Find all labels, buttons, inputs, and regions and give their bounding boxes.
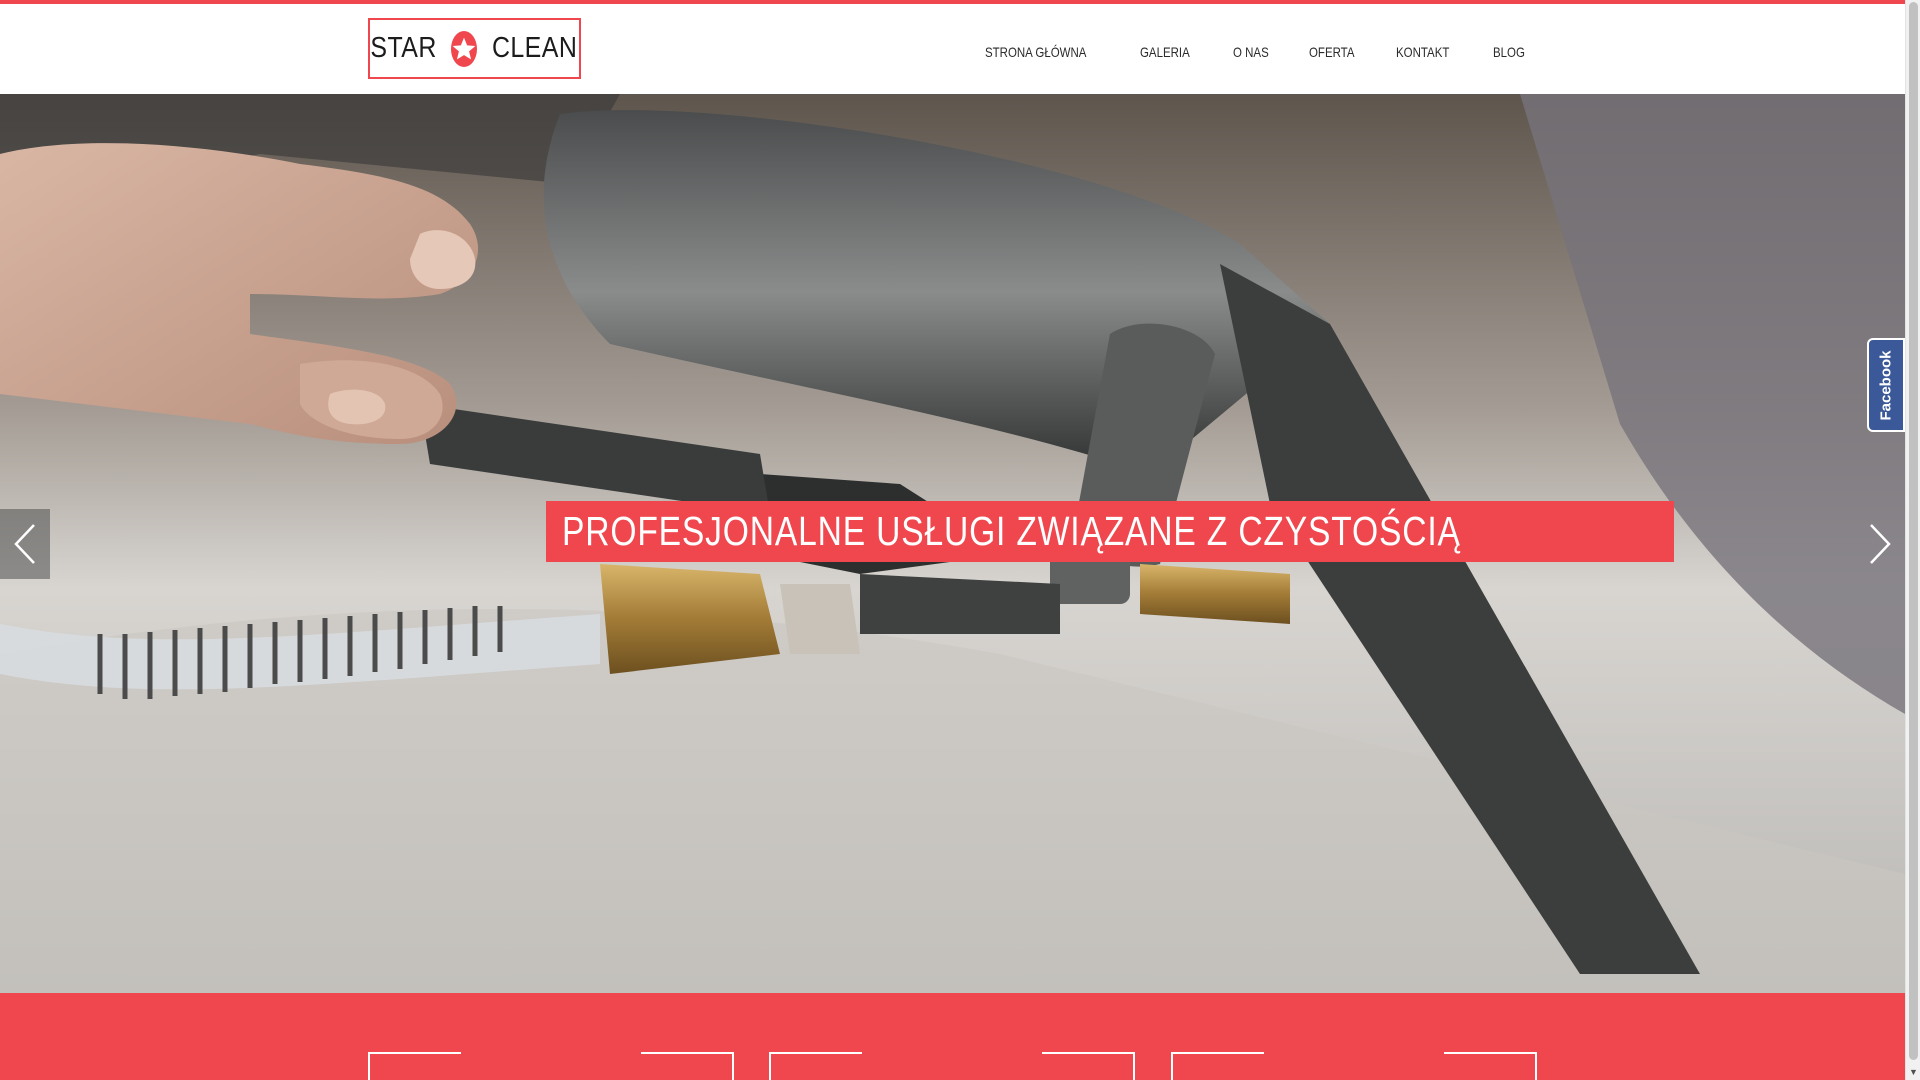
scroll-down-arrow-icon[interactable]: ▼: [1906, 1064, 1920, 1080]
slider-prev-button[interactable]: [0, 509, 50, 579]
nav-item-contact[interactable]: KONTAKT: [1396, 30, 1449, 74]
feature-box-corner: [641, 1052, 734, 1080]
features-band: [0, 993, 1905, 1080]
main-nav: STRONA GŁÓWNA GALERIA O NAS OFERTA KONTA…: [985, 30, 1525, 74]
nav-item-gallery[interactable]: GALERIA: [1140, 30, 1190, 74]
feature-box-corner: [1171, 1052, 1264, 1080]
scrollbar-thumb[interactable]: [1909, 2, 1918, 1060]
feature-box[interactable]: [368, 1052, 734, 1080]
feature-box-corner: [1042, 1052, 1135, 1080]
nav-item-home[interactable]: STRONA GŁÓWNA: [985, 30, 1086, 74]
nav-item-blog[interactable]: BLOG: [1493, 30, 1525, 74]
page-scrollbar[interactable]: ▼: [1905, 0, 1920, 1080]
feature-box[interactable]: [769, 1052, 1135, 1080]
feature-box-corner: [368, 1052, 461, 1080]
feature-box[interactable]: [1171, 1052, 1537, 1080]
feature-box-corner: [1444, 1052, 1537, 1080]
facebook-tab[interactable]: Facebook: [1867, 338, 1905, 432]
site-header: STAR CLEAN STRONA GŁÓWNA GALERIA O NAS O…: [0, 4, 1905, 94]
hero-headline-banner: PROFESJONALNE USŁUGI ZWIĄZANE Z CZYSTOŚC…: [546, 501, 1675, 562]
chevron-left-icon: [14, 524, 35, 564]
feature-box-corner: [769, 1052, 862, 1080]
logo[interactable]: STAR CLEAN: [368, 18, 581, 79]
slider-next-button[interactable]: [1855, 509, 1905, 579]
hero-slider: PROFESJONALNE USŁUGI ZWIĄZANE Z CZYSTOŚC…: [0, 94, 1905, 993]
star-icon: [450, 30, 477, 67]
nav-item-about[interactable]: O NAS: [1233, 30, 1269, 74]
logo-text-clean: CLEAN: [491, 32, 577, 64]
hero-headline: PROFESJONALNE USŁUGI ZWIĄZANE Z CZYSTOŚC…: [562, 508, 1461, 554]
logo-text-star: STAR: [370, 32, 438, 64]
facebook-label: Facebook: [1877, 349, 1895, 421]
chevron-right-icon: [1870, 524, 1891, 564]
nav-item-offer[interactable]: OFERTA: [1309, 30, 1355, 74]
page: STAR CLEAN STRONA GŁÓWNA GALERIA O NAS O…: [0, 0, 1905, 1080]
